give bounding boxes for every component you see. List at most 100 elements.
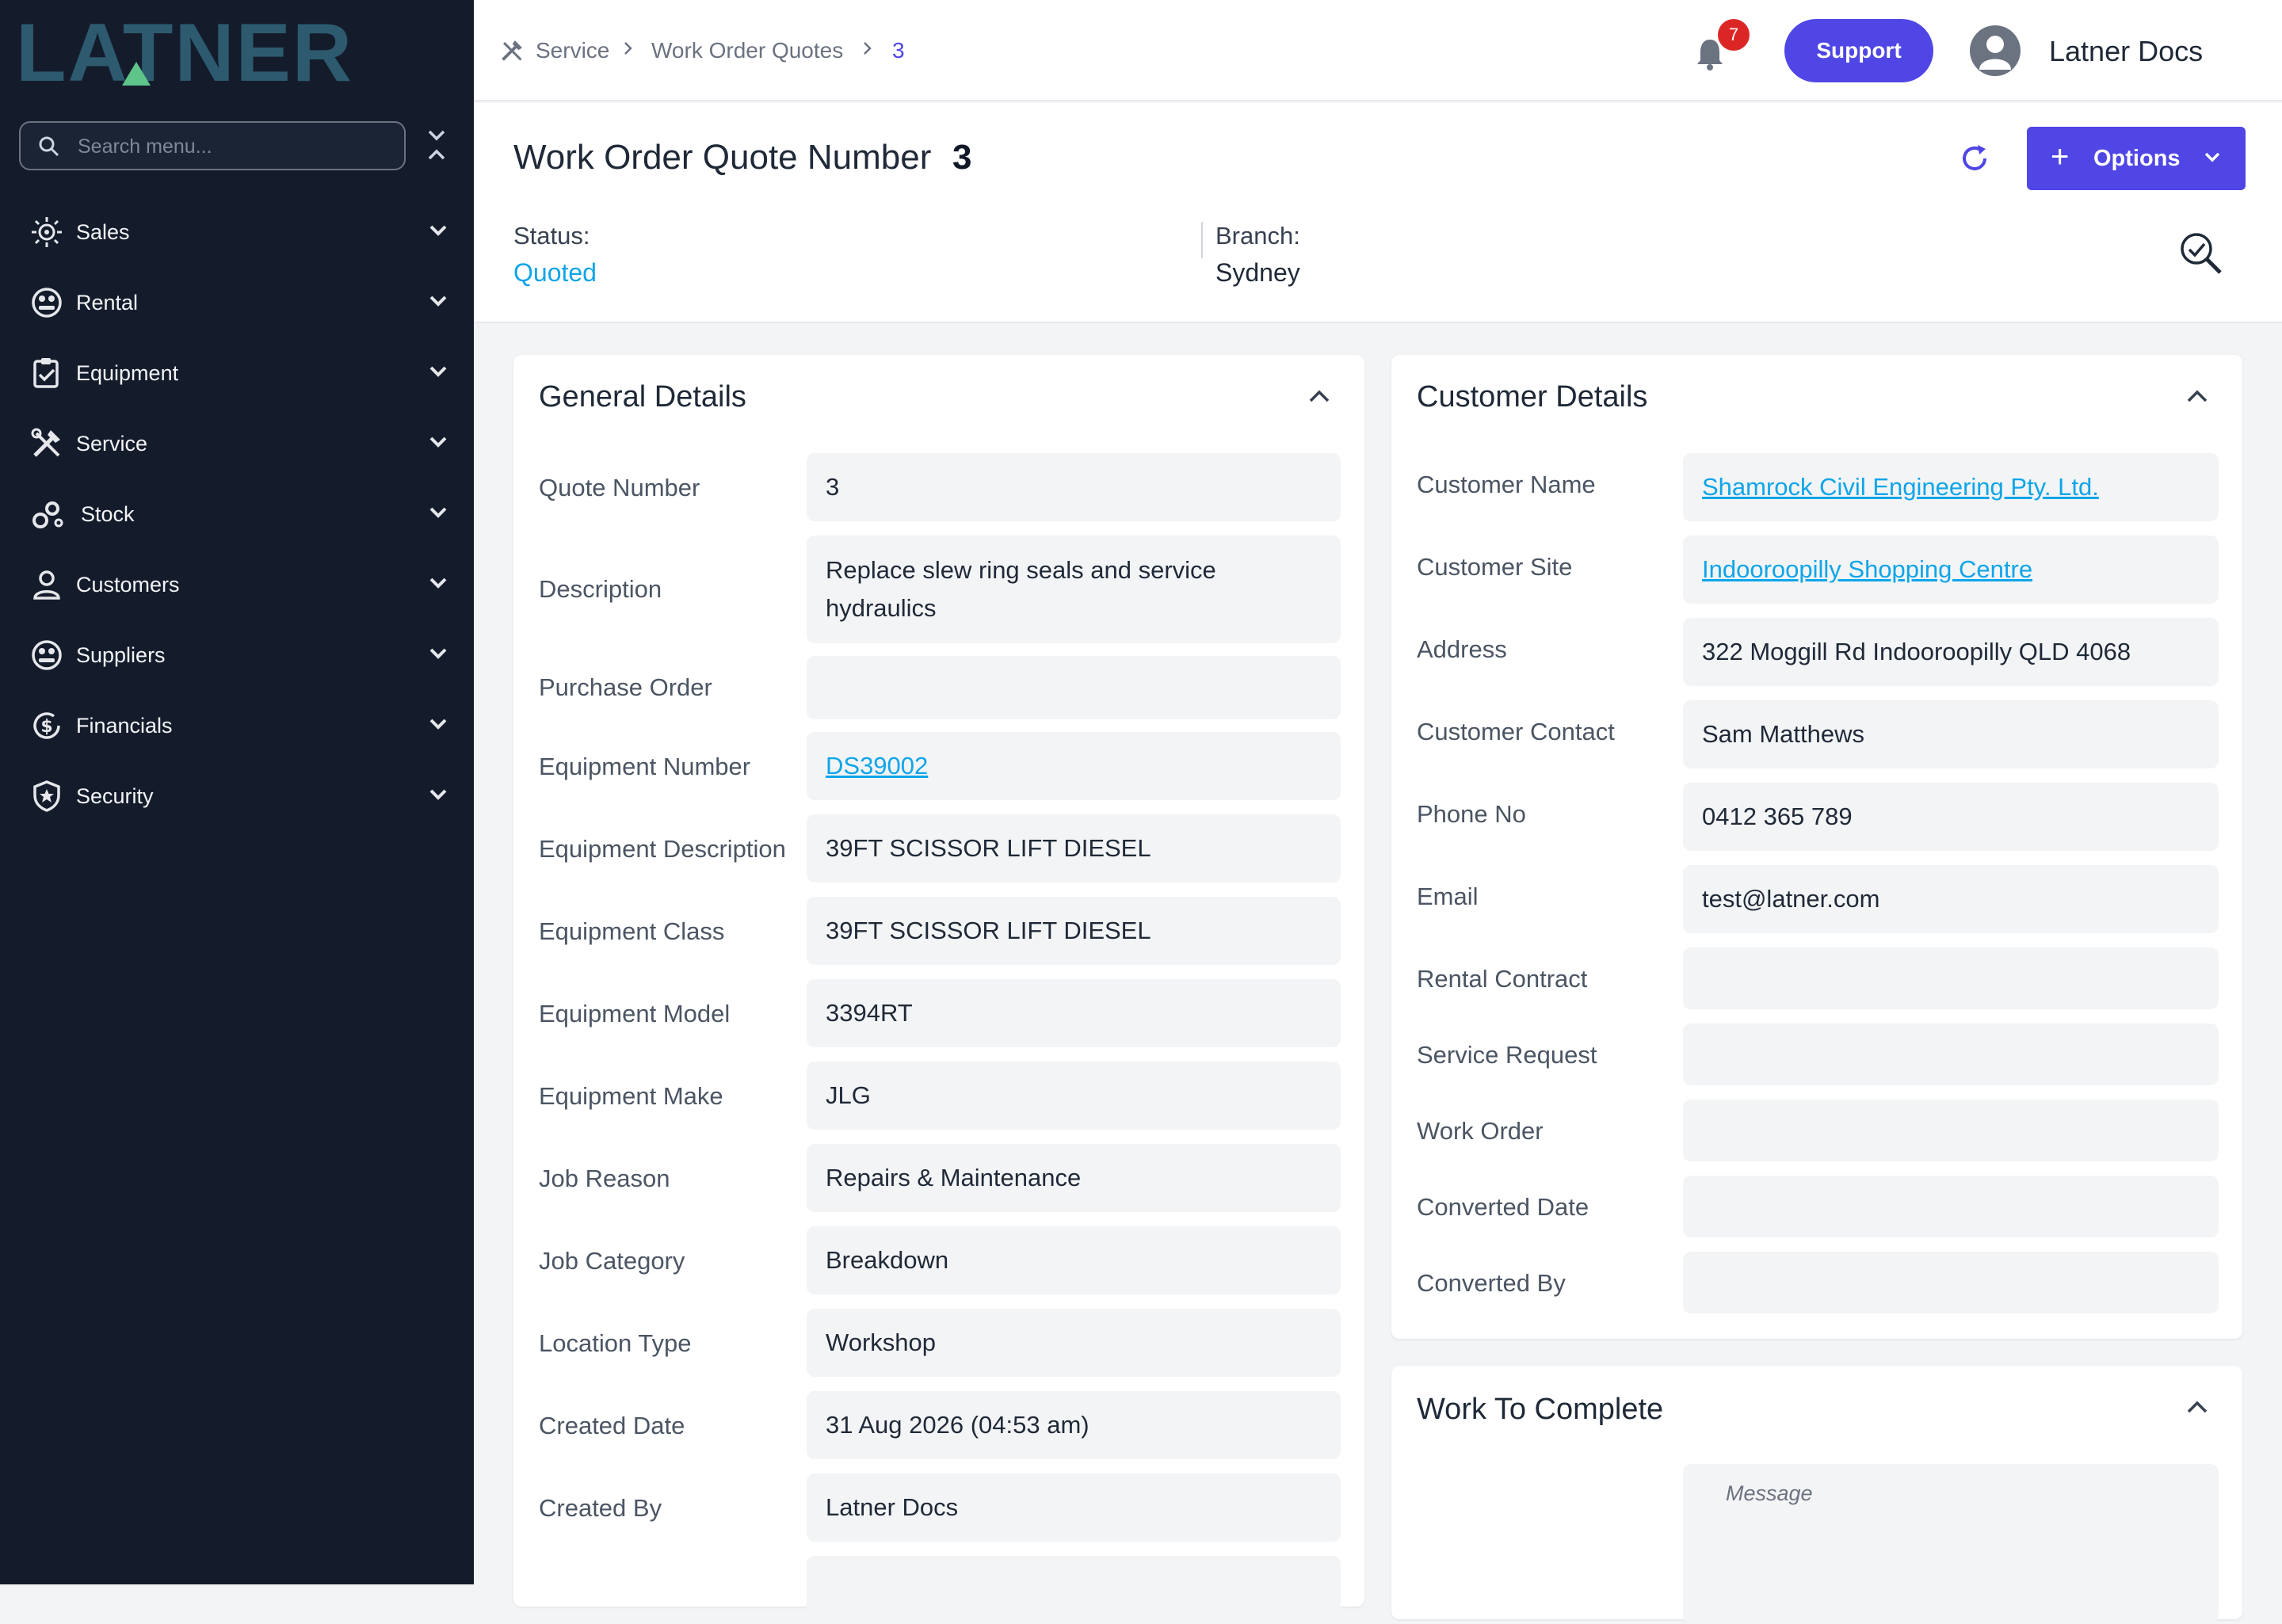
quote-number-field: 3	[807, 453, 1341, 521]
latner-logo[interactable]: LATNER	[16, 17, 444, 87]
collapse-menu-icon[interactable]	[425, 127, 448, 163]
sidebar: LATNER Search menu... Sales Rental Equip…	[0, 0, 474, 1584]
sales-icon	[32, 217, 62, 247]
sidebar-item-stock[interactable]: Stock	[0, 478, 474, 549]
user-name[interactable]: Latner Docs	[2049, 35, 2203, 68]
job-reason-field: Repairs & Maintenance	[807, 1144, 1341, 1212]
chevron-down-icon	[429, 789, 447, 800]
phone-field: 0412 365 789	[1683, 783, 2219, 851]
branch-label: Branch:	[1215, 222, 1300, 250]
work-order-field	[1683, 1100, 2219, 1161]
chevron-right-icon	[624, 42, 632, 55]
service-request-field	[1683, 1024, 2219, 1085]
chevron-down-icon	[429, 648, 447, 659]
status-value: Quoted	[513, 258, 597, 287]
sidebar-item-customers[interactable]: Customers	[0, 549, 474, 619]
converted-date-field	[1683, 1176, 2219, 1237]
next-field	[807, 1556, 1341, 1624]
field-label: Quote Number	[539, 474, 700, 501]
breadcrumb-work-order-quotes[interactable]: Work Order Quotes	[651, 38, 843, 63]
dollar-icon: $	[33, 712, 60, 739]
chevron-down-icon	[2204, 152, 2220, 162]
inspect-icon[interactable]	[2177, 230, 2225, 277]
field-label: Purchase Order	[539, 673, 712, 701]
field-label: Rental Contract	[1417, 965, 1588, 993]
description-field: Replace slew ring seals and service hydr…	[807, 536, 1341, 643]
support-button[interactable]: Support	[1784, 19, 1933, 82]
chevron-down-icon	[429, 366, 447, 377]
address-field: 322 Moggill Rd Indooroopilly QLD 4068	[1683, 618, 2219, 686]
chevron-down-icon	[429, 507, 447, 518]
sidebar-item-financials[interactable]: $ Financials	[0, 690, 474, 761]
tools-icon	[502, 40, 522, 61]
card-title: Customer Details	[1417, 380, 1648, 414]
sidebar-item-sales[interactable]: Sales	[0, 196, 474, 267]
field-label: Location Type	[539, 1329, 692, 1357]
refresh-icon[interactable]	[1959, 143, 1990, 174]
chevron-down-icon	[429, 295, 447, 307]
field-label: Equipment Class	[539, 917, 725, 945]
chevron-down-icon	[429, 436, 447, 448]
options-button[interactable]: + Options	[2027, 127, 2246, 190]
field-label: Work Order	[1417, 1117, 1544, 1145]
sidebar-item-label: Suppliers	[76, 643, 166, 667]
field-label: Service Request	[1417, 1041, 1597, 1069]
page-header: Work Order Quote Number 3 + Options Stat…	[474, 103, 2282, 323]
field-label: Equipment Description	[539, 835, 786, 863]
field-label: Converted Date	[1417, 1193, 1589, 1221]
field-label: Converted By	[1417, 1269, 1566, 1297]
sidebar-item-equipment[interactable]: Equipment	[0, 337, 474, 408]
supplier-icon	[32, 640, 62, 670]
quote-number-title: 3	[952, 138, 972, 177]
field-label: Customer Site	[1417, 553, 1573, 581]
plus-icon: +	[2051, 139, 2070, 174]
chevron-up-icon[interactable]	[2185, 388, 2209, 404]
menu-search-input[interactable]: Search menu...	[19, 121, 406, 170]
field-label: Job Reason	[539, 1165, 670, 1192]
field-label: Equipment Make	[539, 1082, 723, 1110]
location-type-field: Workshop	[807, 1309, 1341, 1377]
sidebar-item-label: Security	[76, 784, 154, 808]
equipment-make-field: JLG	[807, 1062, 1341, 1130]
job-category-field: Breakdown	[807, 1226, 1341, 1294]
purchase-order-field	[807, 656, 1341, 719]
breadcrumb-current: 3	[892, 38, 905, 63]
sidebar-item-label: Stock	[81, 502, 135, 526]
customer-name-link[interactable]: Shamrock Civil Engineering Pty. Ltd.	[1683, 453, 2219, 521]
sidebar-item-suppliers[interactable]: Suppliers	[0, 619, 474, 690]
sidebar-item-label: Rental	[76, 291, 139, 315]
shield-icon	[33, 780, 60, 812]
search-icon	[39, 136, 59, 157]
gears-icon	[32, 501, 63, 528]
rental-icon	[32, 288, 62, 318]
customer-site-link[interactable]: Indooroopilly Shopping Centre	[1683, 536, 2219, 604]
general-details-card: General Details Quote Number 3 Descripti…	[513, 355, 1364, 1624]
sidebar-item-service[interactable]: Service	[0, 408, 474, 478]
rental-contract-field	[1683, 947, 2219, 1009]
equipment-model-field: 3394RT	[807, 979, 1341, 1047]
status-label: Status:	[513, 222, 590, 250]
notification-badge: 7	[1718, 19, 1750, 51]
avatar[interactable]	[1970, 25, 2021, 76]
tools-icon	[31, 428, 60, 457]
chevron-down-icon	[429, 578, 447, 589]
customer-contact-field: Sam Matthews	[1683, 700, 2219, 768]
chevron-up-icon[interactable]	[1307, 388, 1331, 404]
card-title: General Details	[539, 380, 746, 414]
search-placeholder: Search menu...	[78, 135, 212, 158]
created-by-field: Latner Docs	[807, 1473, 1341, 1542]
field-label: Email	[1417, 883, 1479, 910]
card-title: Work To Complete	[1417, 1393, 1664, 1426]
customer-details-card: Customer Details Customer Name Shamrock …	[1391, 355, 2242, 1339]
field-label: Equipment Model	[539, 1000, 731, 1027]
sidebar-item-label: Equipment	[76, 361, 179, 385]
sidebar-item-security[interactable]: Security	[0, 761, 474, 831]
field-label: Phone No	[1417, 800, 1526, 828]
sidebar-item-rental[interactable]: Rental	[0, 267, 474, 337]
work-to-complete-card: Work To Complete Message	[1391, 1366, 2242, 1622]
breadcrumb-service[interactable]: Service	[536, 38, 609, 63]
sidebar-item-label: Financials	[76, 714, 173, 738]
field-label: Equipment Number	[539, 753, 751, 780]
equipment-number-link[interactable]: DS39002	[807, 732, 1341, 800]
chevron-up-icon[interactable]	[2185, 1399, 2209, 1415]
